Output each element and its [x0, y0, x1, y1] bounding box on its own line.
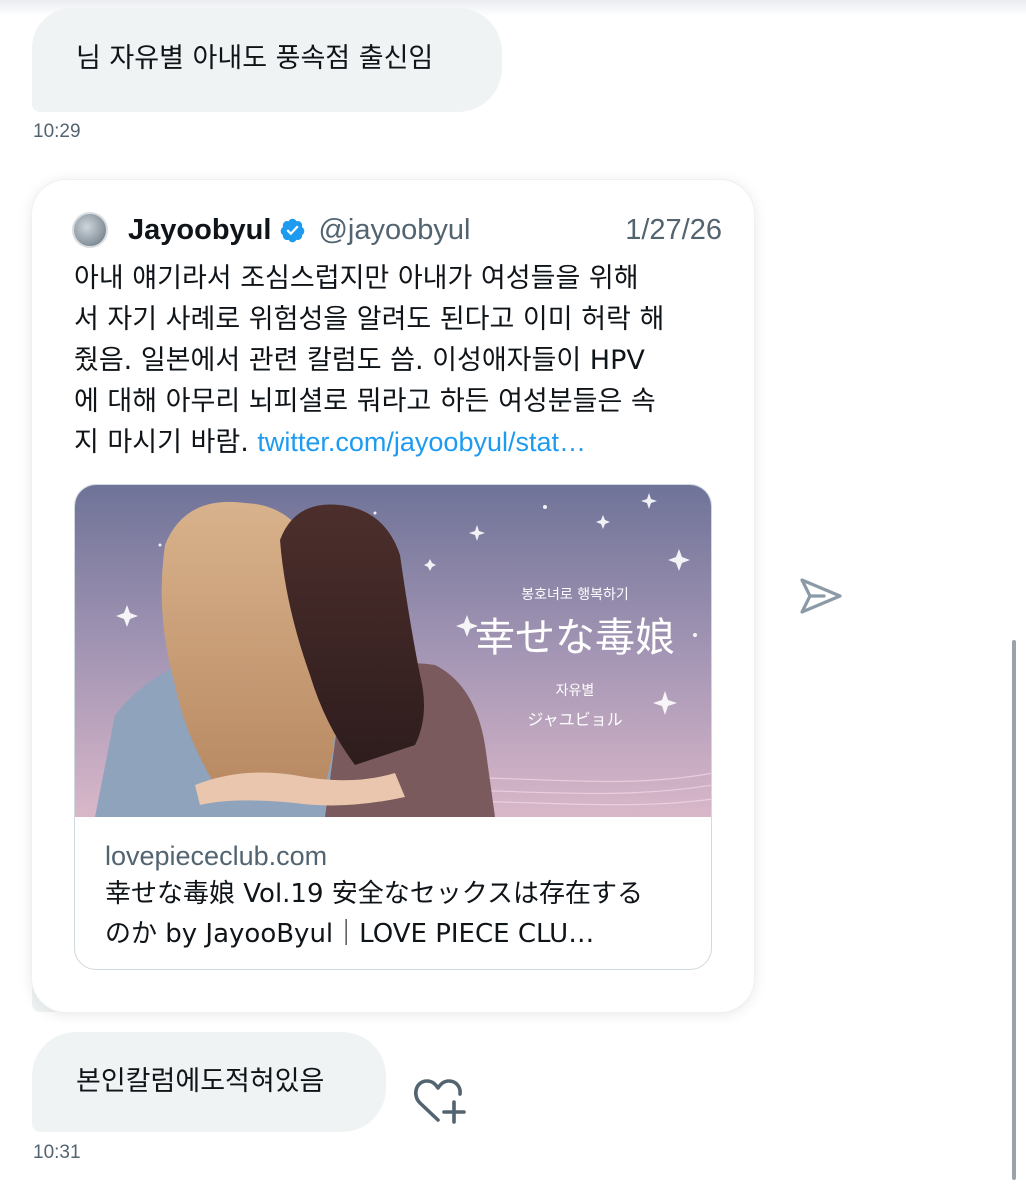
avatar[interactable]: [72, 212, 108, 248]
tweet-text-line: 줬음. 일본에서 관련 칼럼도 씀. 이성애자들이 HPV: [74, 345, 645, 376]
tweet-text-line: 서 자기 사례로 위험성을 알려도 된다고 이미 허락 해: [74, 304, 665, 335]
link-preview-card[interactable]: 봉호녀로 행복하기 幸せな毒娘 자유별 ジャユビョル lovepiececlub…: [74, 484, 712, 970]
link-title-line: 幸せな毒娘 Vol.19 安全なセックスは存在する: [105, 879, 643, 909]
link-title-line: のか by JayooByul｜LOVE PIECE CLU…: [105, 919, 595, 949]
tweet-date: 1/27/26: [625, 213, 722, 246]
message-bubble[interactable]: 본인칼럼에도적혀있음: [32, 1032, 386, 1132]
link-preview-meta: lovepiececlub.com 幸せな毒娘 Vol.19 安全なセックスは存…: [105, 839, 695, 953]
image-author-kr: 자유별: [556, 683, 595, 699]
send-icon[interactable]: [798, 576, 844, 616]
tweet-link[interactable]: twitter.com/jayoobyul/stat…: [257, 427, 586, 457]
tweet-header: Jayoobyul @jayoobyul 1/27/26: [72, 210, 722, 250]
image-title: 幸せな毒娘: [475, 615, 675, 661]
link-domain: lovepiececlub.com: [105, 841, 328, 871]
tweet-author-name[interactable]: Jayoobyul: [128, 214, 271, 247]
image-subtitle: 봉호녀로 행복하기: [521, 587, 629, 603]
shared-post-message[interactable]: Jayoobyul @jayoobyul 1/27/26 아내 얘기라서 조심스…: [32, 180, 754, 1012]
message-bubble[interactable]: 님 자유별 아내도 풍속점 출신임: [32, 8, 502, 112]
embedded-tweet-card[interactable]: Jayoobyul @jayoobyul 1/27/26 아내 얘기라서 조심스…: [32, 180, 754, 1012]
scrollbar[interactable]: [1012, 640, 1016, 1180]
tweet-text-line: 지 마시기 바람. twitter.com/jayoobyul/stat…: [74, 422, 714, 463]
add-reaction-icon[interactable]: [412, 1076, 468, 1126]
link-preview-image[interactable]: 봉호녀로 행복하기 幸せな毒娘 자유별 ジャユビョル: [75, 485, 712, 817]
message-timestamp: 10:29: [33, 121, 81, 142]
tweet-handle[interactable]: @jayoobyul: [318, 214, 470, 247]
tweet-text-fragment: 지 마시기 바람.: [74, 427, 258, 458]
tweet-text-line: 에 대해 아무리 뇌피셜로 뭐라고 하든 여성분들은 속: [74, 386, 656, 417]
message-text: 님 자유별 아내도 풍속점 출신임: [76, 43, 434, 74]
image-author-jp: ジャユビョル: [527, 710, 622, 729]
tweet-text: 아내 얘기라서 조심스럽지만 아내가 여성들을 위해 서 자기 사례로 위험성을…: [74, 258, 714, 463]
tweet-text-line: 아내 얘기라서 조심스럽지만 아내가 여성들을 위해: [74, 263, 639, 294]
message-text: 본인칼럼에도적혀있음: [76, 1066, 325, 1097]
verified-badge-icon: [281, 218, 305, 242]
message-timestamp: 10:31: [33, 1142, 81, 1163]
